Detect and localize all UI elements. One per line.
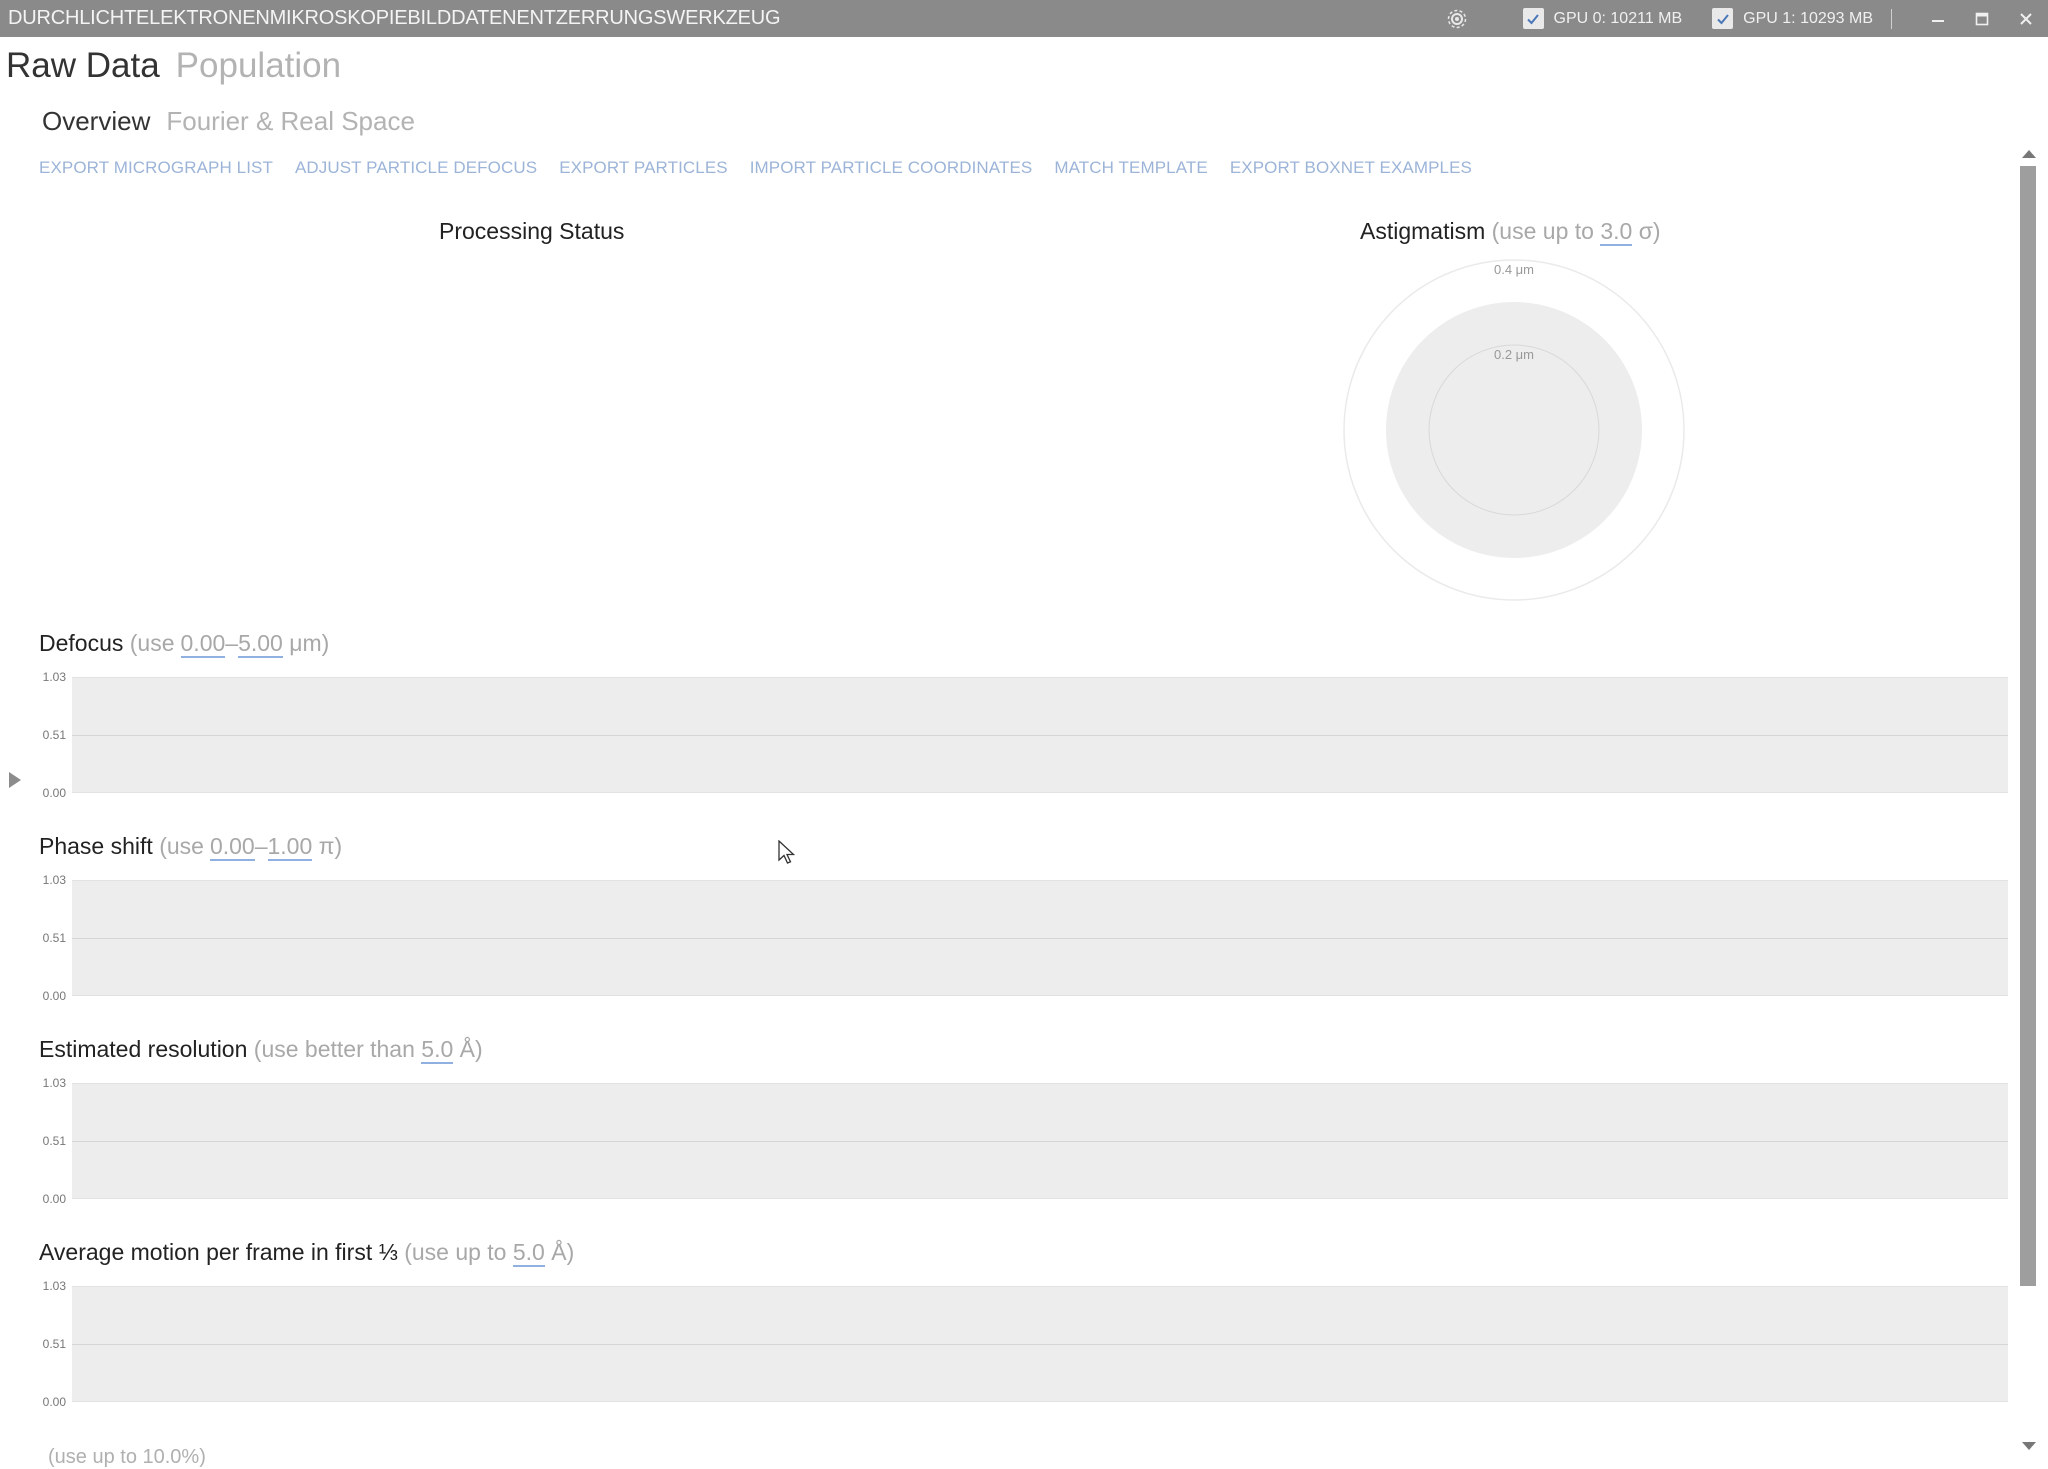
astigmatism-inner-label: 0.2 μm xyxy=(1340,347,1688,362)
defocus-heading: Defocus (use0.00–5.00 μm) xyxy=(39,630,329,657)
astigmatism-plot: 0.4 μm 0.2 μm xyxy=(1340,256,1688,604)
gpu1-label: GPU 1: 10293 MB xyxy=(1743,10,1873,28)
app-title: DURCHLICHTELEKTRONENMIKROSKOPIEBILDDATEN… xyxy=(8,7,780,30)
resolution-hint-prefix: (use better than xyxy=(254,1036,415,1062)
motion-tick-mid: 0.51 xyxy=(40,1337,66,1351)
resolution-tick-mid: 0.51 xyxy=(40,1134,66,1148)
defocus-title: Defocus xyxy=(39,630,123,656)
title-bar-controls: GPU 0: 10211 MB GPU 1: 10293 MB xyxy=(1443,0,2048,37)
defocus-hint-suffix: μm) xyxy=(289,630,329,656)
defocus-tick-top: 1.03 xyxy=(40,670,66,684)
tab-overview[interactable]: Overview xyxy=(42,106,150,137)
scroll-up-icon[interactable] xyxy=(2022,150,2036,158)
resolution-heading: Estimated resolution (use better than 5.… xyxy=(39,1036,483,1063)
resolution-threshold-input[interactable]: 5.0 xyxy=(421,1036,453,1064)
resolution-title: Estimated resolution xyxy=(39,1036,247,1062)
motion-threshold-input[interactable]: 5.0 xyxy=(513,1239,545,1267)
motion-tick-top: 1.03 xyxy=(40,1279,66,1293)
phase-shift-tick-mid: 0.51 xyxy=(40,931,66,945)
gridline xyxy=(72,735,2008,736)
gpu0-toggle[interactable]: GPU 0: 10211 MB xyxy=(1523,8,1683,29)
defocus-tick-bottom: 0.00 xyxy=(40,786,66,800)
import-particle-coordinates-button[interactable]: IMPORT PARTICLE COORDINATES xyxy=(750,158,1033,178)
title-bar: DURCHLICHTELEKTRONENMIKROSKOPIEBILDDATEN… xyxy=(0,0,2048,37)
phase-shift-plot[interactable] xyxy=(72,880,2008,996)
checkbox-checked-icon[interactable] xyxy=(1523,8,1544,29)
match-template-button[interactable]: MATCH TEMPLATE xyxy=(1054,158,1207,178)
processing-status-title: Processing Status xyxy=(439,218,624,245)
phase-shift-title: Phase shift xyxy=(39,833,153,859)
phase-shift-max-input[interactable]: 1.00 xyxy=(268,833,313,861)
defocus-dash: – xyxy=(225,630,238,656)
resolution-plot[interactable] xyxy=(72,1083,2008,1199)
defocus-plot[interactable] xyxy=(72,677,2008,793)
vertical-scrollbar[interactable] xyxy=(2018,150,2038,1450)
tab-fourier-real-space[interactable]: Fourier & Real Space xyxy=(166,106,415,137)
defocus-min-input[interactable]: 0.00 xyxy=(181,630,226,658)
defocus-max-input[interactable]: 5.00 xyxy=(238,630,283,658)
phase-shift-hint-prefix: (use xyxy=(159,833,204,859)
defocus-hint-prefix: (use xyxy=(130,630,175,656)
motion-tick-bottom: 0.00 xyxy=(40,1395,66,1409)
astigmatism-outer-label: 0.4 μm xyxy=(1340,262,1688,277)
resolution-hint-suffix: Å) xyxy=(460,1036,483,1062)
gridline xyxy=(72,1141,2008,1142)
gpu0-label: GPU 0: 10211 MB xyxy=(1554,10,1683,28)
main-tabs: Raw Data Population xyxy=(6,46,341,86)
gridline xyxy=(72,1344,2008,1345)
resolution-tick-top: 1.03 xyxy=(40,1076,66,1090)
phase-shift-tick-top: 1.03 xyxy=(40,873,66,887)
adjust-particle-defocus-button[interactable]: ADJUST PARTICLE DEFOCUS xyxy=(295,158,537,178)
astigmatism-heading: Astigmatism (use up to 3.0 σ) xyxy=(1360,218,1661,245)
resolution-tick-bottom: 0.00 xyxy=(40,1192,66,1206)
gear-icon[interactable] xyxy=(1443,5,1471,33)
phase-shift-hint-suffix: π) xyxy=(319,833,343,859)
phase-shift-heading: Phase shift (use0.00–1.00 π) xyxy=(39,833,342,860)
checkbox-checked-icon[interactable] xyxy=(1712,8,1733,29)
next-section-partial: (use up to 10.0%) xyxy=(48,1446,206,1469)
motion-plot[interactable] xyxy=(72,1286,2008,1402)
scrollbar-thumb[interactable] xyxy=(2020,166,2036,1286)
processing-status-area xyxy=(40,260,1020,600)
phase-shift-dash: – xyxy=(255,833,268,859)
phase-shift-min-input[interactable]: 0.00 xyxy=(210,833,255,861)
astigmatism-hint-prefix: (use up to xyxy=(1492,218,1594,244)
motion-title: Average motion per frame in first ⅓ xyxy=(39,1239,398,1265)
gpu1-toggle[interactable]: GPU 1: 10293 MB xyxy=(1712,8,1873,29)
divider xyxy=(1891,9,1892,29)
close-icon[interactable] xyxy=(2004,0,2048,37)
mouse-cursor-icon xyxy=(778,840,796,871)
scroll-down-icon[interactable] xyxy=(2022,1442,2036,1450)
expand-arrow-icon[interactable] xyxy=(9,772,21,788)
defocus-tick-mid: 0.51 xyxy=(40,728,66,742)
tab-population[interactable]: Population xyxy=(176,46,341,86)
export-micrograph-list-button[interactable]: EXPORT MICROGRAPH LIST xyxy=(39,158,273,178)
astigmatism-title: Astigmatism xyxy=(1360,218,1485,244)
motion-hint-prefix: (use up to xyxy=(404,1239,506,1265)
motion-heading: Average motion per frame in first ⅓ (use… xyxy=(39,1239,574,1266)
action-bar: EXPORT MICROGRAPH LIST ADJUST PARTICLE D… xyxy=(39,158,1472,178)
tab-raw-data[interactable]: Raw Data xyxy=(6,46,160,86)
export-boxnet-examples-button[interactable]: EXPORT BOXNET EXAMPLES xyxy=(1230,158,1472,178)
motion-hint-suffix: Å) xyxy=(551,1239,574,1265)
gridline xyxy=(72,938,2008,939)
astigmatism-threshold-input[interactable]: 3.0 xyxy=(1600,218,1632,246)
astigmatism-hint-suffix: σ) xyxy=(1639,218,1661,244)
sub-tabs: Overview Fourier & Real Space xyxy=(42,106,415,137)
minimize-icon[interactable] xyxy=(1916,0,1960,37)
next-section-hint: (use up to 10.0%) xyxy=(48,1446,206,1468)
phase-shift-tick-bottom: 0.00 xyxy=(40,989,66,1003)
maximize-icon[interactable] xyxy=(1960,0,2004,37)
export-particles-button[interactable]: EXPORT PARTICLES xyxy=(559,158,728,178)
